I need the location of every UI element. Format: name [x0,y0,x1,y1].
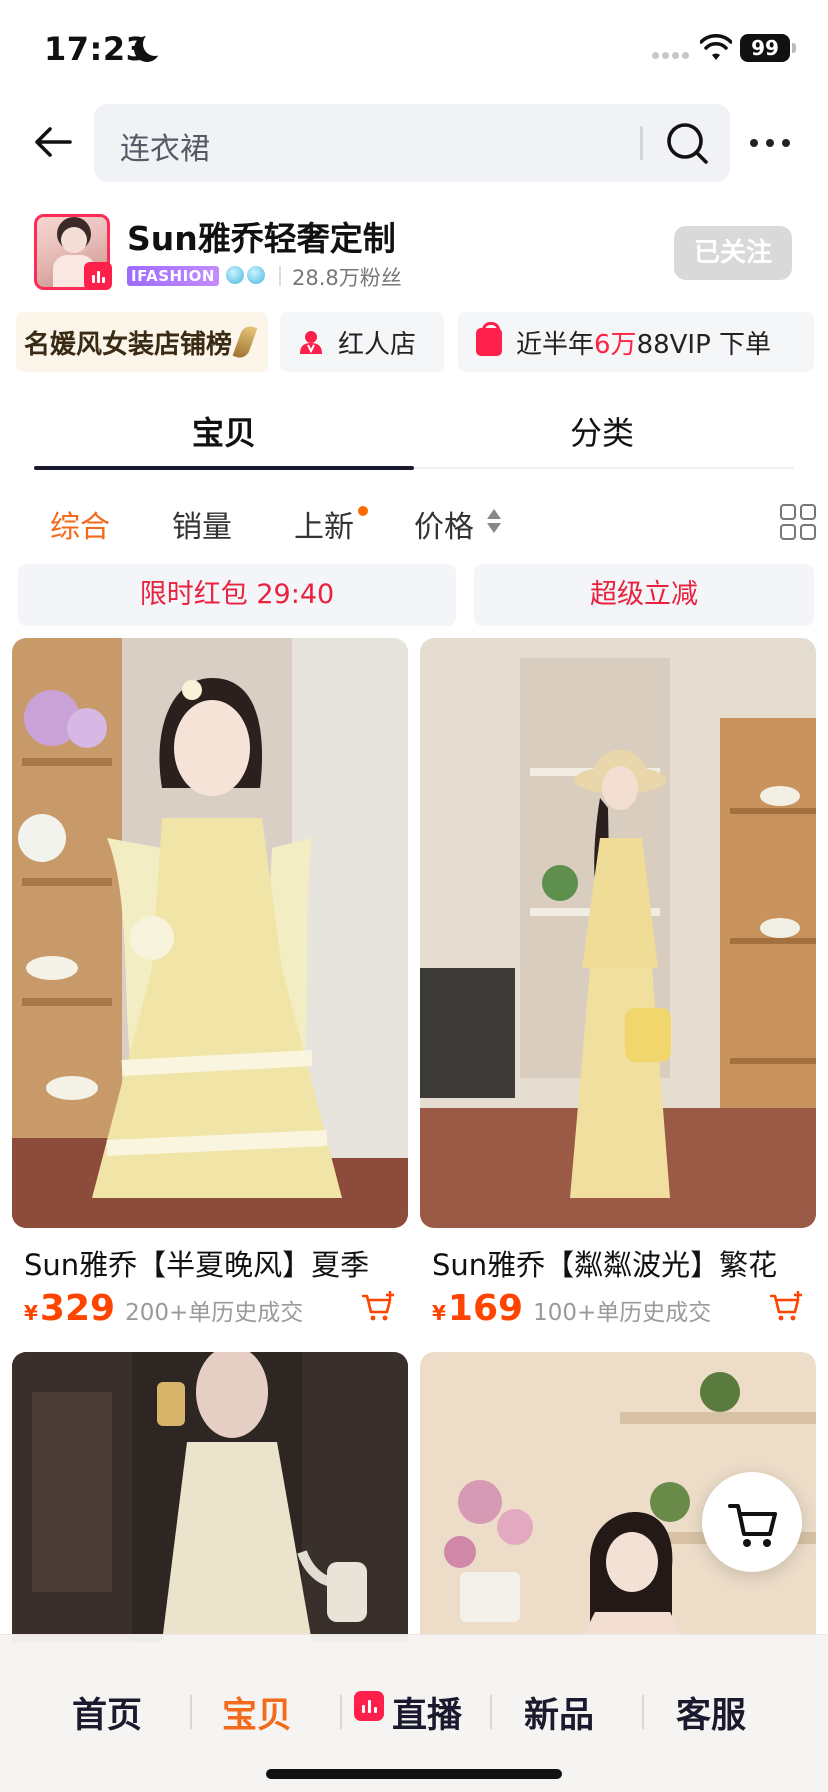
wifi-icon [700,34,732,60]
product-price: 329 [39,1288,116,1328]
nav-separator [190,1695,192,1729]
add-to-cart-icon[interactable] [360,1290,396,1322]
product-card[interactable]: Sun雅乔【粼粼波光】繁花 ¥ 169 100+单历史成交 [420,638,816,1328]
nav-separator [642,1695,644,1729]
product-image[interactable] [12,638,408,1228]
back-arrow-icon[interactable] [30,118,78,166]
product-card[interactable]: Sun雅乔【半夏晚风】夏季 ¥ 329 200+单历史成交 [12,638,408,1328]
sort-comprehensive[interactable]: 综合 [50,502,110,546]
product-card[interactable] [12,1352,408,1642]
nav-live[interactable]: 直播 [392,1687,462,1738]
floating-cart-button[interactable] [702,1472,802,1572]
search-icon[interactable] [664,120,710,166]
live-icon [354,1691,384,1721]
vip-suffix: 88VIP 下单 [636,329,772,360]
add-to-cart-icon[interactable] [768,1290,804,1322]
vip-highlight: 6万 [594,329,637,360]
fans-count: 28.8万粉丝 [292,266,402,290]
nav-home[interactable]: 首页 [72,1687,142,1738]
product-title[interactable]: Sun雅乔【粼粼波光】繁花 [432,1242,812,1284]
person-icon [300,331,322,354]
nav-customer-service[interactable]: 客服 [676,1687,746,1738]
product-image[interactable] [420,638,816,1228]
shop-ranking-chip[interactable]: 名媛风女装店铺榜 [16,312,268,372]
red-packet-banner[interactable]: 限时红包 29:40 [18,564,456,626]
meta-divider [279,266,281,286]
search-query: 连衣裙 [120,132,210,167]
sold-count: 200+单历史成交 [125,1300,304,1326]
tab-track [414,467,794,469]
tab-categories[interactable]: 分类 [570,408,634,454]
live-badge-icon [84,262,112,290]
sort-sales[interactable]: 销量 [172,502,232,546]
product-image[interactable] [12,1352,408,1642]
status-bar: 17:23 99 [0,0,828,96]
sort-arrows-icon [487,509,501,533]
instant-discount-banner[interactable]: 超级立减 [474,564,814,626]
search-divider [640,126,643,160]
price-row: ¥ 169 100+单历史成交 [432,1288,711,1328]
status-time: 17:23 [44,30,149,68]
cart-icon [728,1504,777,1547]
red-store-label: 红人店 [338,329,417,360]
nav-new-arrivals[interactable]: 新品 [524,1687,594,1738]
sort-price[interactable]: 价格 [414,502,474,546]
ifashion-badge: IFASHION [127,266,219,286]
battery-tip [792,43,796,53]
vip-prefix: 近半年 [516,329,595,360]
currency-symbol: ¥ [432,1301,446,1325]
new-dot [358,506,368,516]
ranking-label: 名媛风女装店铺榜 [24,329,233,360]
vip-orders-chip[interactable]: 近半年 6万 88VIP 下单 [458,312,814,372]
product-title[interactable]: Sun雅乔【半夏晚风】夏季 [24,1242,404,1284]
search-input[interactable]: 连衣裙 [94,104,730,182]
home-indicator [266,1769,562,1779]
feather-icon [232,323,258,361]
sort-new[interactable]: 上新 [294,502,354,546]
nav-products[interactable]: 宝贝 [222,1687,292,1738]
follow-button[interactable]: 已关注 [674,226,792,280]
battery-icon: 99 [740,34,790,62]
moon-icon [134,32,167,62]
red-store-chip[interactable]: 红人店 [280,312,444,372]
shop-name[interactable]: Sun雅乔轻奢定制 [127,212,396,260]
more-icon[interactable] [746,128,794,158]
nav-separator [340,1695,342,1729]
shopping-bag-icon [476,322,502,356]
nav-separator [490,1695,492,1729]
currency-symbol: ¥ [24,1301,38,1325]
bottom-navigation: 首页 宝贝 直播 新品 客服 [0,1634,828,1792]
active-tab-underline [34,466,414,470]
diamond-level-icon [226,266,265,284]
price-row: ¥ 329 200+单历史成交 [24,1288,303,1328]
sold-count: 100+单历史成交 [533,1300,712,1326]
grid-view-icon[interactable] [780,504,816,540]
tab-products[interactable]: 宝贝 [192,408,256,454]
product-price: 169 [447,1288,524,1328]
cellular-signal-icon [652,52,689,59]
